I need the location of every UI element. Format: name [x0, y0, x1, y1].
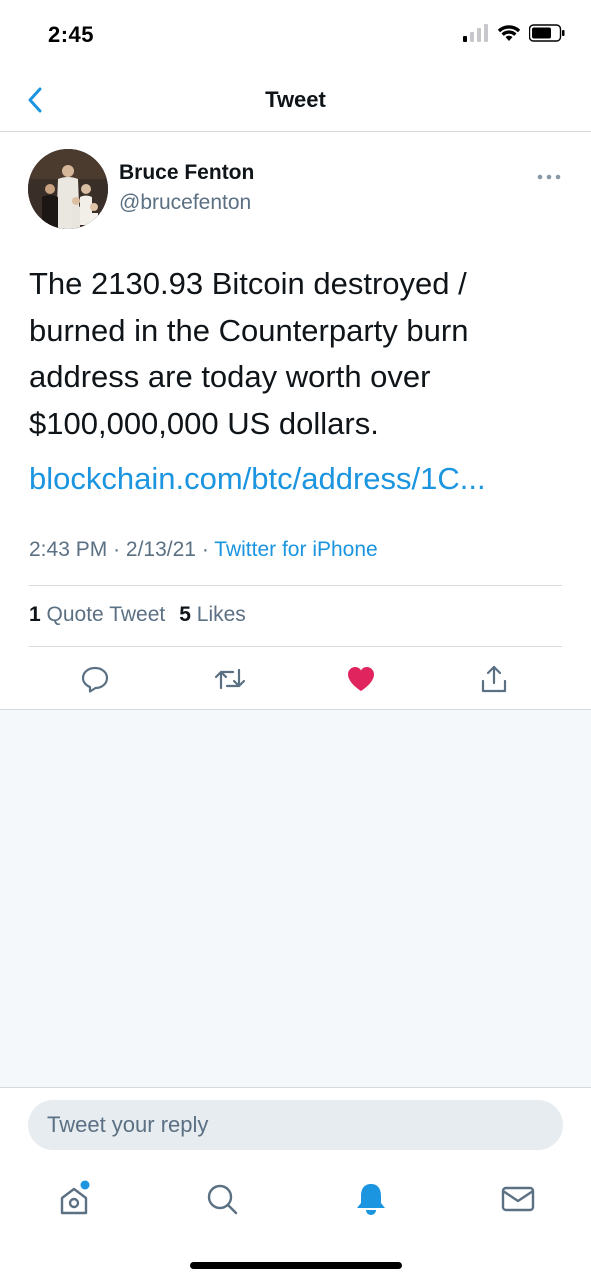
avatar-photo [28, 149, 108, 229]
more-options-button[interactable] [537, 169, 561, 180]
home-icon [60, 1180, 90, 1215]
more-horizontal-icon [537, 174, 561, 180]
divider [29, 585, 562, 586]
home-indicator [190, 1262, 402, 1269]
tweet-time: 2:43 PM [29, 538, 108, 561]
tweet-stats: 1 Quote Tweet 5 Likes [29, 603, 246, 627]
share-icon [481, 665, 507, 693]
tab-search[interactable] [202, 1179, 242, 1219]
likes-count: 5 [179, 603, 191, 626]
reply-button[interactable] [77, 661, 113, 697]
share-button[interactable] [476, 661, 512, 697]
tab-messages[interactable] [498, 1179, 538, 1219]
author-name[interactable]: Bruce Fenton [119, 161, 254, 185]
cellular-signal-icon [463, 24, 488, 42]
tweet-detail: Bruce Fenton @brucefenton The 2130.93 Bi… [0, 133, 591, 710]
status-time: 2:45 [48, 22, 95, 47]
like-button[interactable] [343, 661, 379, 697]
tab-home[interactable] [54, 1179, 94, 1219]
status-bar: 2:45 [0, 0, 591, 70]
tweet-date: 2/13/21 [125, 538, 196, 561]
likes-stat[interactable]: 5 Likes [179, 603, 246, 627]
quote-count: 1 [29, 603, 41, 626]
tab-notifications[interactable] [351, 1179, 391, 1219]
mail-icon [501, 1186, 535, 1212]
bell-icon [357, 1184, 385, 1215]
meta-separator: · [113, 538, 121, 561]
author-handle[interactable]: @brucefenton [119, 191, 251, 215]
reply-icon [81, 666, 109, 693]
tweet-text: The 2130.93 Bitcoin destroyed / burned i… [29, 266, 469, 441]
page-title: Tweet [265, 87, 326, 112]
nav-bar: Tweet [0, 70, 591, 132]
tweet-meta: 2:43 PM · 2/13/21 · Twitter for iPhone [29, 538, 378, 562]
avatar[interactable] [28, 149, 108, 229]
replies-area [0, 710, 591, 1087]
likes-label: Likes [196, 603, 246, 626]
quote-tweets-stat[interactable]: 1 Quote Tweet [29, 603, 165, 627]
quote-label: Quote Tweet [46, 603, 166, 626]
status-icons [463, 24, 565, 42]
wifi-icon [497, 25, 521, 41]
search-icon [207, 1184, 238, 1215]
retweet-button[interactable] [212, 661, 248, 697]
tweet-actions [0, 661, 591, 697]
retweet-icon [214, 668, 246, 690]
meta-separator: · [201, 538, 209, 561]
reply-bar: Tweet your reply [0, 1087, 591, 1163]
divider [29, 646, 562, 647]
heart-filled-icon [348, 667, 374, 691]
tab-bar [0, 1163, 591, 1280]
tweet-source-link[interactable]: Twitter for iPhone [214, 538, 377, 561]
reply-input[interactable]: Tweet your reply [28, 1100, 563, 1150]
tweet-link[interactable]: blockchain.com/btc/address/1C... [29, 461, 486, 497]
battery-icon [529, 24, 565, 42]
